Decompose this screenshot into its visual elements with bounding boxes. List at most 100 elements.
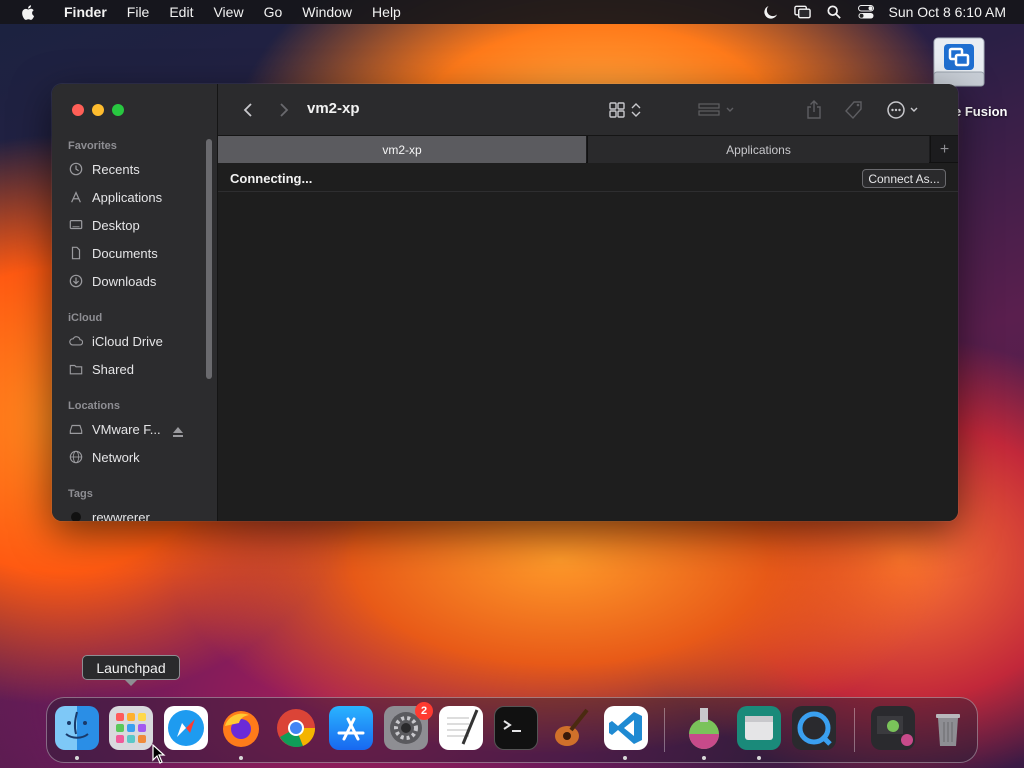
sidebar-item-applications[interactable]: Applications: [68, 186, 162, 208]
menu-file[interactable]: File: [117, 4, 160, 20]
tag-button[interactable]: [842, 98, 866, 122]
dock-migration-assistant-icon[interactable]: [737, 706, 781, 750]
download-icon: [68, 273, 84, 289]
favorites-header: Favorites: [68, 140, 117, 152]
dock-launchpad-icon[interactable]: [109, 706, 153, 750]
dock-garageband-icon[interactable]: [549, 706, 593, 750]
sidebar-item-documents[interactable]: Documents: [68, 242, 158, 264]
group-grid-icon: [698, 103, 734, 116]
back-button[interactable]: [236, 98, 260, 122]
menu-edit[interactable]: Edit: [159, 4, 203, 20]
minimize-window-button[interactable]: [92, 104, 104, 116]
connection-status-bar: Connecting... Connect As...: [218, 164, 958, 192]
dock-downloads-stack-icon[interactable]: [871, 706, 915, 750]
mouse-cursor-icon: [152, 743, 166, 764]
dock-textedit-icon[interactable]: [439, 706, 483, 750]
network-globe-icon: [68, 449, 84, 465]
menu-help[interactable]: Help: [362, 4, 411, 20]
running-indicator: [702, 756, 706, 760]
sidebar-item-shared[interactable]: Shared: [68, 358, 134, 380]
notification-badge: 2: [415, 702, 433, 720]
share-icon: [807, 100, 821, 119]
sidebar-scrollbar[interactable]: [206, 139, 212, 379]
desktop-icon: [68, 217, 84, 233]
window-title: vm2-xp: [307, 100, 360, 117]
icloud-header: iCloud: [68, 312, 103, 324]
sidebar-item-downloads[interactable]: Downloads: [68, 270, 156, 292]
running-indicator: [75, 756, 79, 760]
tooltip-arrow: [124, 679, 138, 686]
menu-window[interactable]: Window: [292, 4, 362, 20]
desktop-icon-label: e Fusion: [954, 104, 1008, 119]
more-actions-button[interactable]: [884, 98, 924, 122]
sidebar-item-tag[interactable]: rewwrerer: [68, 506, 150, 521]
sidebar-item-label: Documents: [92, 245, 158, 261]
finder-window: Favorites Recents Applications Desktop D…: [52, 84, 958, 521]
sidebar-item-vmware[interactable]: VMware F...: [68, 418, 161, 440]
spotlight-search-icon[interactable]: [818, 5, 850, 19]
document-icon: [68, 245, 84, 261]
tag-icon: [845, 101, 862, 120]
sidebar-item-network[interactable]: Network: [68, 446, 140, 468]
locations-header: Locations: [68, 400, 120, 412]
dock-separator: [854, 708, 855, 752]
tab-bar: vm2-xp Applications +: [218, 136, 958, 163]
finder-toolbar: vm2-xp: [218, 84, 958, 136]
running-indicator: [623, 756, 627, 760]
running-indicator: [239, 756, 243, 760]
sidebar-item-label: Applications: [92, 189, 163, 205]
connection-status-text: Connecting...: [230, 171, 313, 186]
menu-bar: Finder File Edit View Go Window Help Sun…: [0, 0, 1024, 24]
tags-header: Tags: [68, 488, 93, 500]
tab-applications[interactable]: Applications: [587, 136, 929, 163]
applications-icon: [68, 189, 84, 205]
drive-icon: [68, 421, 84, 437]
sidebar-item-label: VMware F...: [92, 421, 161, 437]
chevron-left-icon: [243, 103, 252, 117]
sidebar-item-label: Recents: [92, 161, 140, 177]
new-tab-button[interactable]: +: [930, 136, 958, 163]
dock-vscode-icon[interactable]: [604, 706, 648, 750]
dock-firefox-icon[interactable]: [219, 706, 263, 750]
menu-finder[interactable]: Finder: [54, 4, 117, 20]
menu-go[interactable]: Go: [254, 4, 293, 20]
tab-vm2-xp[interactable]: vm2-xp: [218, 136, 586, 163]
screen-mirroring-icon[interactable]: [786, 5, 818, 19]
connect-as-button[interactable]: Connect As...: [862, 169, 946, 188]
sidebar-item-label: iCloud Drive: [92, 333, 163, 349]
dock-chrome-icon[interactable]: [274, 706, 318, 750]
dock-quicktime-icon[interactable]: [792, 706, 836, 750]
sidebar-item-label: rewwrerer: [92, 509, 150, 522]
sidebar-item-recents[interactable]: Recents: [68, 158, 140, 180]
dock-separator: [664, 708, 665, 752]
dark-mode-moon-icon[interactable]: [754, 5, 786, 20]
sidebar-item-icloud-drive[interactable]: iCloud Drive: [68, 330, 163, 352]
chevron-right-icon: [280, 103, 289, 117]
close-window-button[interactable]: [72, 104, 84, 116]
sidebar-item-label: Desktop: [92, 217, 140, 233]
dock-finder-icon[interactable]: [55, 706, 99, 750]
control-center-icon[interactable]: [850, 5, 882, 19]
finder-content: Connecting... Connect As...: [218, 164, 958, 521]
dock-installer-icon[interactable]: [682, 706, 726, 750]
dock-safari-icon[interactable]: [164, 706, 208, 750]
dock-terminal-icon[interactable]: [494, 706, 538, 750]
cloud-icon: [68, 333, 84, 349]
sidebar-item-label: Network: [92, 449, 140, 465]
group-by-button[interactable]: [696, 98, 738, 122]
dock-trash-icon[interactable]: [926, 706, 970, 750]
zoom-window-button[interactable]: [112, 104, 124, 116]
dock-app-store-icon[interactable]: [329, 706, 373, 750]
forward-button[interactable]: [272, 98, 296, 122]
view-mode-button[interactable]: [606, 98, 646, 122]
sidebar-item-label: Downloads: [92, 273, 157, 289]
ellipsis-circle-icon: [887, 101, 918, 119]
sidebar-item-desktop[interactable]: Desktop: [68, 214, 140, 236]
menu-bar-clock[interactable]: Sun Oct 8 6:10 AM: [882, 4, 1024, 20]
finder-sidebar: Favorites Recents Applications Desktop D…: [52, 84, 218, 521]
eject-icon[interactable]: [172, 425, 184, 437]
shared-folder-icon: [68, 361, 84, 377]
apple-menu-icon[interactable]: [0, 4, 54, 21]
share-button[interactable]: [802, 98, 826, 122]
menu-view[interactable]: View: [203, 4, 253, 20]
